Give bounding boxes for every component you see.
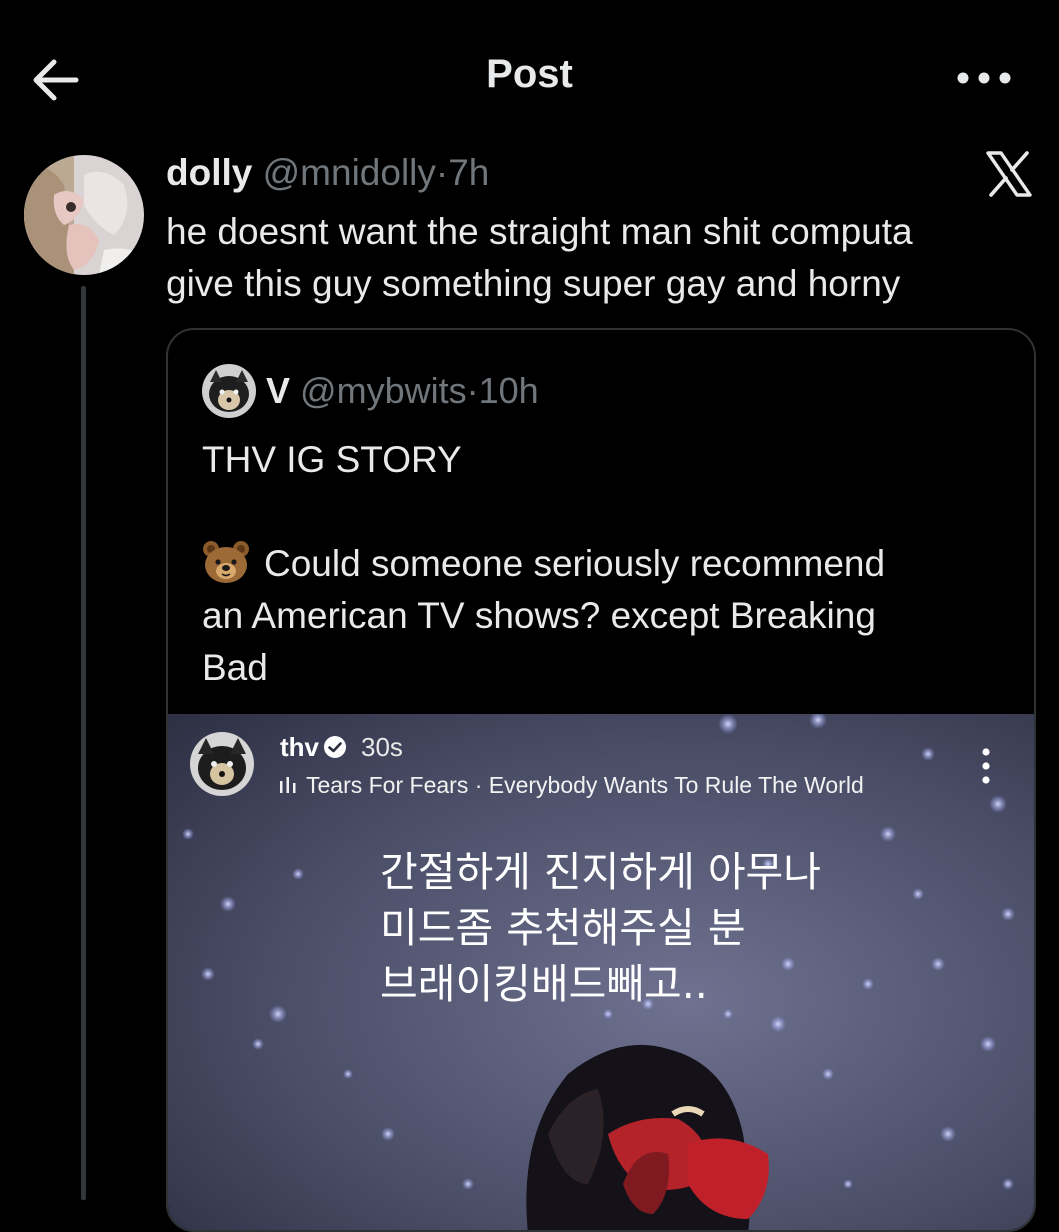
story-caption-line: 미드좀 추천해주실 분 [380, 904, 746, 952]
author-avatar[interactable] [24, 155, 144, 275]
x-logo-icon [985, 150, 1033, 198]
quoted-text-line-with-emoji: Could someone seriously recommend [202, 538, 1002, 590]
author-name[interactable]: dolly [166, 152, 252, 193]
quoted-text-segment: Could someone seriously recommend [264, 543, 886, 584]
quoted-author-name[interactable]: V [266, 370, 290, 411]
thread-line [81, 286, 86, 1200]
post-time[interactable]: 7h [448, 152, 489, 193]
verified-badge-icon [323, 735, 347, 759]
bear-face-emoji-icon [202, 540, 250, 584]
quoted-media-image[interactable]: thv 30s Tears For Fears · Everybody Want… [168, 714, 1034, 1230]
quoted-post-header: V @mybwits·10h [266, 370, 539, 412]
story-caption-line: 간절하게 진지하게 아무나 [380, 848, 821, 896]
post-text-line: give this guy something super gay and ho… [166, 263, 901, 304]
quoted-author-handle[interactable]: @mybwits [300, 370, 467, 411]
quoted-text-line: Bad [202, 647, 268, 688]
separator-dot: · [435, 152, 449, 193]
quoted-post-time: 10h [478, 370, 539, 411]
quoted-text-line: THV IG STORY [202, 439, 462, 480]
story-username[interactable]: thv [280, 732, 319, 762]
post-text-line: he doesnt want the straight man shit com… [166, 211, 913, 252]
music-bars-icon [280, 777, 296, 793]
quoted-post-text: THV IG STORY Could someone seriously rec… [202, 434, 1002, 694]
separator-dot: · [466, 370, 479, 411]
top-bar: Post [0, 0, 1059, 150]
post-text: he doesnt want the straight man shit com… [166, 206, 1026, 310]
story-caption: 간절하게 진지하게 아무나 미드좀 추천해주실 분 브래이킹배드빼고.. [380, 844, 821, 1012]
story-user-avatar[interactable] [190, 732, 254, 796]
author-handle[interactable]: @mnidolly [263, 152, 436, 193]
story-caption-line: 브래이킹배드빼고.. [380, 960, 708, 1008]
more-options-icon[interactable] [950, 58, 1020, 98]
story-more-vertical-icon[interactable] [974, 744, 998, 788]
story-music-row[interactable]: Tears For Fears · Everybody Wants To Rul… [278, 772, 864, 799]
quoted-author-avatar[interactable] [202, 364, 256, 418]
quoted-text-blank-line [202, 486, 1002, 538]
quoted-text-line: an American TV shows? except Breaking [202, 595, 876, 636]
story-music-label: Tears For Fears · Everybody Wants To Rul… [306, 772, 864, 798]
story-age: 30s [361, 732, 403, 762]
story-user-row: thv 30s [280, 732, 403, 763]
post-header: dolly @mnidolly·7h [166, 152, 489, 194]
page-title: Post [486, 52, 573, 96]
quoted-post[interactable]: V @mybwits·10h THV IG STORY Could someon… [166, 328, 1036, 1232]
